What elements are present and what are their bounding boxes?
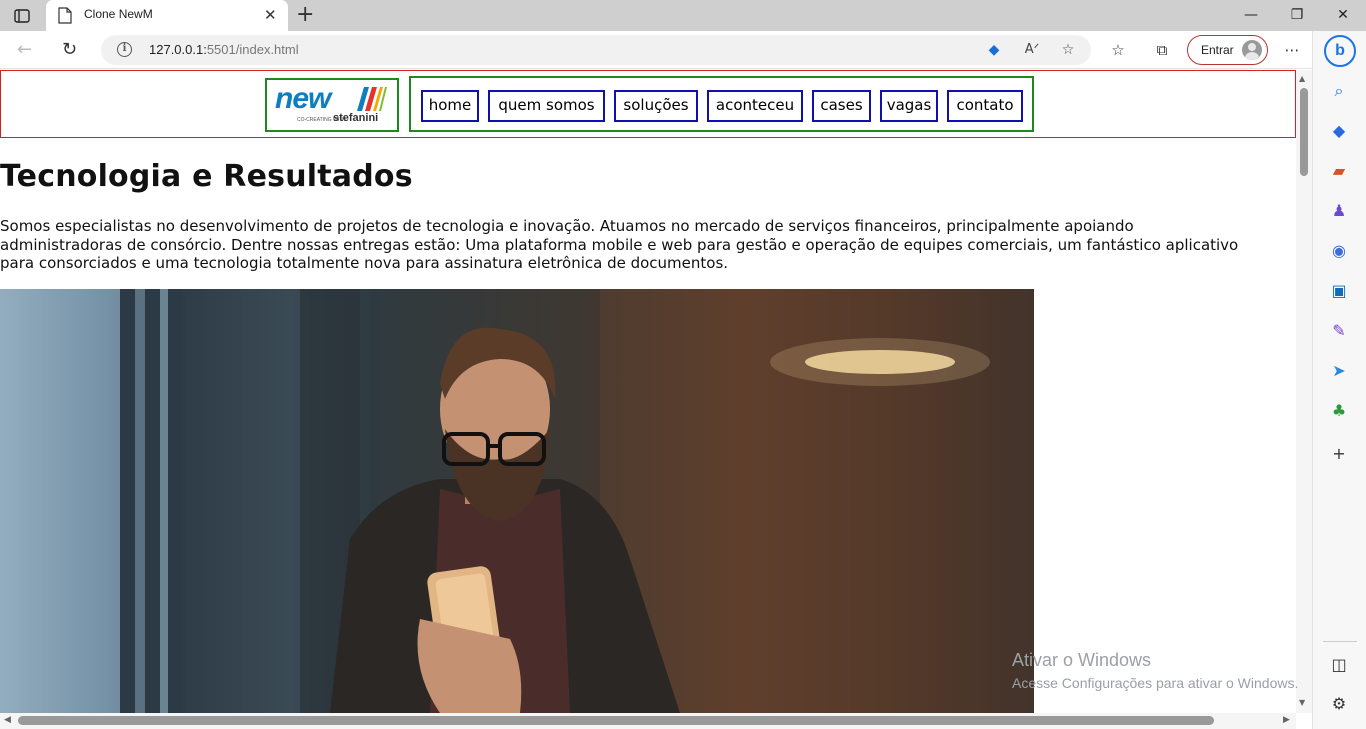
back-icon[interactable]: ← <box>17 39 32 60</box>
vertical-scrollbar[interactable]: ▲ ▼ <box>1296 70 1312 713</box>
settings-icon[interactable]: ⚙ <box>1328 693 1350 715</box>
main-nav: home quem somos soluções aconteceu cases… <box>409 76 1034 132</box>
sign-in-button[interactable]: Entrar <box>1187 35 1268 65</box>
intro-paragraph: Somos especialistas no desenvolvimento d… <box>0 217 1294 273</box>
window-close-icon[interactable]: ✕ <box>1333 6 1353 24</box>
url-text[interactable]: 127.0.0.1:5501/index.html <box>149 42 299 57</box>
office-icon[interactable]: ◉ <box>1328 240 1350 262</box>
sidebar-toggle-icon[interactable] <box>13 7 31 25</box>
search-icon[interactable]: ⌕ <box>1328 80 1350 102</box>
horizontal-scrollbar[interactable]: ◀ ▶ <box>0 713 1296 729</box>
tools-icon[interactable]: ▰ <box>1328 160 1350 182</box>
more-icon[interactable]: ⋯ <box>1281 39 1303 61</box>
watermark-title: Ativar o Windows <box>1012 650 1152 670</box>
nav-link-solucoes[interactable]: soluções <box>614 90 698 122</box>
logo-mark <box>357 87 387 111</box>
designer-icon[interactable]: ✎ <box>1328 320 1350 342</box>
info-icon[interactable]: i <box>117 42 132 57</box>
page-viewport: new CO-CREATING WITH stefanini home quem… <box>0 70 1296 713</box>
nav-link-aconteceu[interactable]: aconteceu <box>707 90 803 122</box>
nav-link-contato[interactable]: contato <box>947 90 1023 122</box>
tree-icon[interactable]: ♣ <box>1328 400 1350 422</box>
add-favorite-icon[interactable]: ☆ <box>1058 40 1078 60</box>
address-bar: ← ↻ i 127.0.0.1:5501/index.html ◆ Aᐟ ☆ ☆… <box>0 31 1366 69</box>
browser-tab[interactable]: Clone NewM ✕ <box>46 0 288 31</box>
logo-brand: stefanini <box>333 112 379 124</box>
scroll-up-icon[interactable]: ▲ <box>1299 74 1305 83</box>
nav-link-home[interactable]: home <box>421 90 479 122</box>
reload-icon[interactable]: ↻ <box>62 39 77 60</box>
hero-photo <box>0 289 1034 713</box>
nav-link-quem-somos[interactable]: quem somos <box>488 90 605 122</box>
paragraph-line: administradoras de consórcio. Dentre nos… <box>0 235 1239 254</box>
plus-icon[interactable]: + <box>296 4 314 26</box>
sign-in-label: Entrar <box>1201 43 1234 57</box>
collections-icon[interactable]: ⧉ <box>1151 39 1173 61</box>
paragraph-line: para consorciados e uma tecnologia total… <box>0 254 729 272</box>
scroll-right-icon[interactable]: ▶ <box>1283 715 1290 725</box>
nav-link-cases[interactable]: cases <box>812 90 871 122</box>
bing-icon[interactable]: b <box>1324 35 1356 67</box>
add-icon[interactable]: + <box>1328 443 1350 465</box>
watermark-subtitle: Acesse Configurações para ativar o Windo… <box>1012 675 1299 691</box>
games-icon[interactable]: ♟ <box>1328 200 1350 222</box>
split-screen-icon[interactable]: ◫ <box>1328 654 1350 676</box>
send-icon[interactable]: ➤ <box>1328 360 1350 382</box>
url-host: 127.0.0.1: <box>149 42 207 57</box>
tab-title: Clone NewM <box>84 7 153 21</box>
close-icon[interactable]: ✕ <box>264 7 277 23</box>
windows-activation-watermark: Ativar o Windows Acesse Configurações pa… <box>1012 650 1298 691</box>
scroll-left-icon[interactable]: ◀ <box>4 715 11 725</box>
horizontal-scroll-thumb[interactable] <box>18 716 1214 725</box>
avatar <box>1242 40 1262 60</box>
tag-icon[interactable]: ◆ <box>984 40 1004 60</box>
outlook-icon[interactable]: ▣ <box>1328 280 1350 302</box>
url-field[interactable]: i 127.0.0.1:5501/index.html ◆ Aᐟ ☆ <box>101 35 1091 65</box>
title-bar: Clone NewM ✕ + — ❐ ✕ <box>0 0 1366 31</box>
url-path: 5501/index.html <box>206 42 299 57</box>
scroll-down-icon[interactable]: ▼ <box>1299 698 1305 707</box>
site-header: new CO-CREATING WITH stefanini home quem… <box>0 70 1296 138</box>
restore-icon[interactable]: ❐ <box>1287 6 1307 24</box>
nav-link-vagas[interactable]: vagas <box>880 90 938 122</box>
sidebar-divider <box>1323 641 1357 642</box>
edge-sidebar: b ⌕ ◆ ▰ ♟ ◉ ▣ ✎ ➤ ♣ + ◫ ⚙ <box>1312 31 1366 729</box>
logo-word: new <box>275 82 331 115</box>
vertical-scroll-thumb[interactable] <box>1300 88 1308 176</box>
minimize-icon[interactable]: — <box>1241 6 1261 24</box>
logo[interactable]: new CO-CREATING WITH stefanini <box>265 78 399 132</box>
favorites-icon[interactable]: ☆ <box>1107 39 1129 61</box>
page-title: Tecnologia e Resultados <box>0 159 413 194</box>
read-aloud-icon[interactable]: Aᐟ <box>1022 40 1042 60</box>
favicon-icon <box>58 7 72 24</box>
shopping-icon[interactable]: ◆ <box>1328 120 1350 142</box>
hero-image <box>0 289 1034 713</box>
paragraph-line: Somos especialistas no desenvolvimento d… <box>0 217 1134 235</box>
